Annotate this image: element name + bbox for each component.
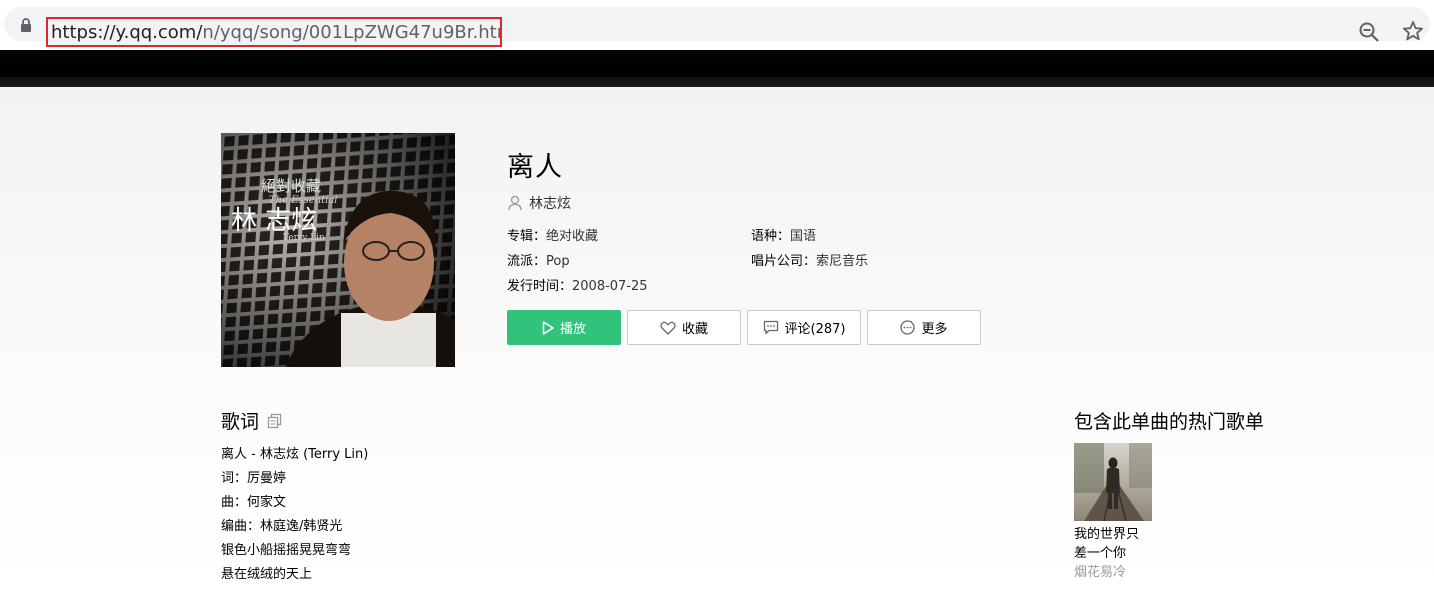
url-path: n/yqq/song/001LpZWG47u9Br.html: [202, 21, 502, 43]
user-icon: [508, 195, 522, 211]
language-info: 语种：国语: [751, 225, 816, 244]
lyric-line: 银色小船摇摇晃晃弯弯: [221, 543, 352, 558]
release-date: 2008-07-25: [572, 279, 648, 294]
song-page: 絕對收藏 The Essential 林 志炫 Terry Lin 离人 林志炫…: [0, 87, 1434, 594]
lyric-line: 词：厉曼婷: [221, 471, 287, 486]
cover-text-artist-en: Terry Lin: [283, 233, 325, 243]
address-bar[interactable]: https://y.qq.com/n/yqq/song/001LpZWG47u9…: [4, 7, 1430, 47]
lyrics-list: 离人 - 林志炫 (Terry Lin) 词：厉曼婷 曲：何家文 编曲：林庭逸/…: [221, 443, 368, 587]
cover-text-title: 絕對收藏: [261, 177, 321, 195]
company-value: 索尼音乐: [816, 254, 869, 269]
browser-toolbar: https://y.qq.com/n/yqq/song/001LpZWG47u9…: [0, 0, 1434, 50]
playlist-author[interactable]: 烟花易冷: [1074, 563, 1154, 582]
comment-button[interactable]: 评论(287): [747, 310, 861, 345]
comment-icon: [763, 320, 778, 335]
related-playlists-heading: 包含此单曲的热门歌单: [1074, 411, 1265, 433]
play-icon: [542, 320, 554, 335]
lyric-line: 曲：何家文: [221, 495, 287, 510]
company-label: 唱片公司：: [751, 254, 817, 269]
genre-value: Pop: [546, 254, 570, 269]
company-info: 唱片公司：索尼音乐: [751, 250, 868, 269]
album-info: 专辑：绝对收藏: [507, 225, 598, 244]
playlist-name[interactable]: 我的世界只差一个你: [1074, 525, 1150, 563]
copy-icon[interactable]: [267, 413, 283, 429]
genre-label: 流派：: [507, 254, 547, 269]
playlist-cover[interactable]: [1074, 443, 1152, 521]
favorite-button[interactable]: 收藏: [627, 310, 741, 345]
lyric-line: 离人 - 林志炫 (Terry Lin): [221, 447, 369, 462]
cover-text-artist: 林 志炫: [231, 206, 317, 236]
play-button[interactable]: 播放: [507, 310, 621, 345]
lyric-line: 编曲：林庭逸/韩贤光: [221, 519, 343, 534]
lyric-line: 悬在绒绒的天上: [221, 567, 313, 582]
language-label: 语种：: [751, 229, 791, 244]
url-host: https://y.qq.com/: [51, 21, 203, 43]
lock-icon[interactable]: [19, 17, 33, 33]
language-value: 国语: [790, 229, 817, 244]
lyrics-title: 歌词: [221, 411, 260, 433]
zoom-out-icon[interactable]: [1358, 21, 1380, 43]
album-label: 专辑：: [507, 229, 547, 244]
song-title: 离人: [507, 152, 563, 183]
site-header-bar: [0, 50, 1434, 87]
release-info: 发行时间：2008-07-25: [507, 275, 648, 294]
genre-info: 流派：Pop: [507, 250, 570, 269]
heart-icon: [660, 321, 676, 335]
album-cover[interactable]: 絕對收藏 The Essential 林 志炫 Terry Lin: [221, 133, 455, 367]
album-cover-art: 絕對收藏 The Essential 林 志炫 Terry Lin: [221, 133, 455, 367]
lyrics-heading: 歌词: [221, 407, 283, 434]
singer-name: 林志炫: [529, 196, 571, 212]
playlist-card[interactable]: 我的世界只差一个你 烟花易冷: [1074, 443, 1154, 582]
album-link[interactable]: 绝对收藏: [546, 229, 598, 244]
cover-text-subtitle: The Essential: [269, 195, 338, 206]
singer-link[interactable]: 林志炫: [507, 193, 571, 213]
release-label: 发行时间：: [507, 279, 573, 294]
play-label: 播放: [559, 322, 586, 337]
more-button[interactable]: 更多: [867, 310, 981, 345]
url-text[interactable]: https://y.qq.com/n/yqq/song/001LpZWG47u9…: [46, 17, 502, 47]
favorite-label: 收藏: [681, 322, 708, 337]
bookmark-star-icon[interactable]: [1402, 20, 1424, 42]
comment-label: 评论(287): [784, 322, 846, 337]
more-icon: [900, 320, 916, 335]
more-label: 更多: [921, 322, 948, 337]
